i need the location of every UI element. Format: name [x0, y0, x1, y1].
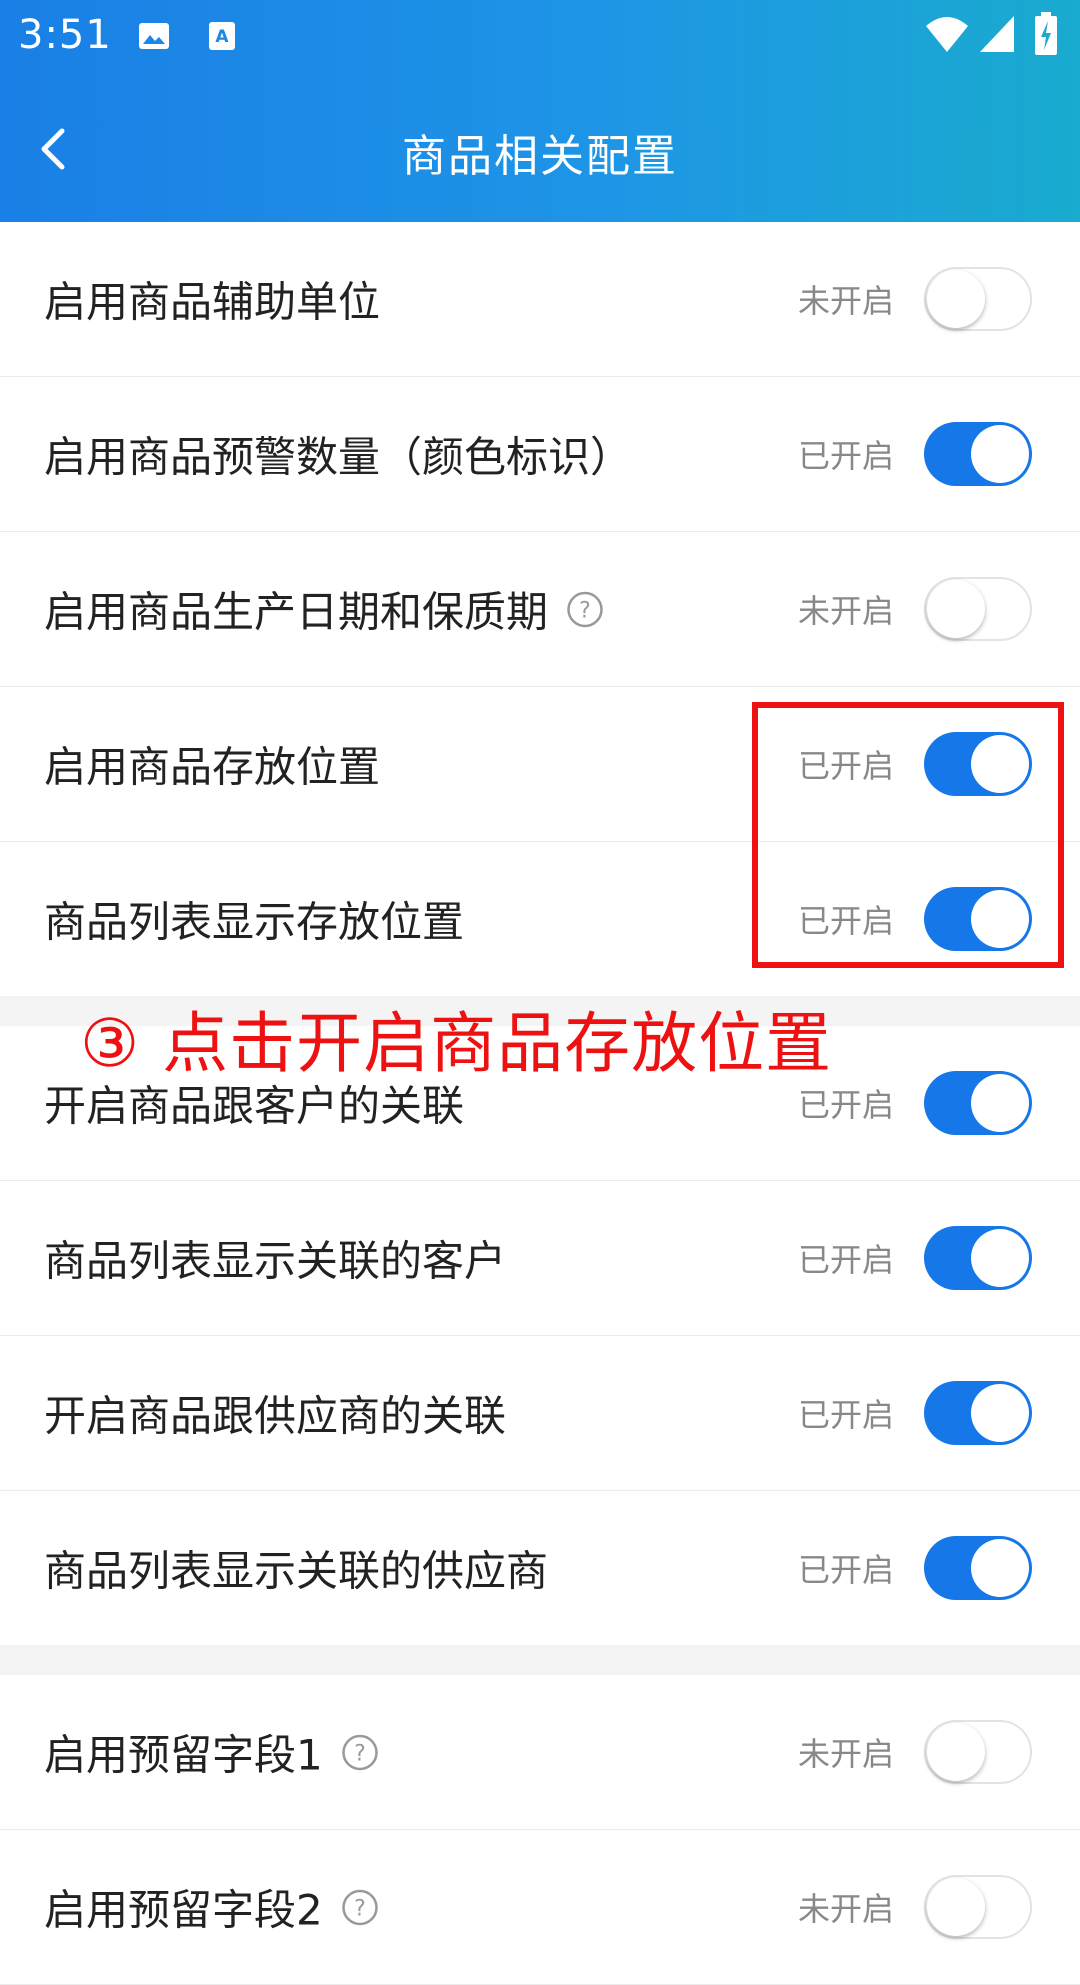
setting-label: 商品列表显示存放位置 [44, 897, 465, 947]
setting-row-warning-qty: 启用商品预警数量（颜色标识） 已开启 [0, 377, 1080, 532]
setting-label: 启用预留字段1 [44, 1730, 323, 1780]
setting-status: 已开启 [797, 1086, 894, 1124]
toggle-knob [927, 1723, 985, 1781]
toggle-switch[interactable] [924, 1720, 1032, 1784]
setting-status: 未开启 [797, 1890, 894, 1928]
help-icon[interactable]: ? [341, 1733, 379, 1771]
setting-status: 已开启 [797, 1241, 894, 1279]
app-header: 3:51 A 商品相关配置 [0, 0, 1080, 222]
status-bar: 3:51 A [0, 0, 1080, 75]
toggle-knob [927, 1878, 985, 1936]
svg-text:?: ? [579, 598, 591, 623]
setting-status: 已开启 [797, 437, 894, 475]
keyboard-icon: A [209, 22, 235, 50]
image-icon [139, 23, 169, 49]
setting-row-list-show-supplier: 商品列表显示关联的供应商 已开启 [0, 1491, 1080, 1645]
setting-row-supplier-link: 开启商品跟供应商的关联 已开启 [0, 1336, 1080, 1491]
toggle-switch[interactable] [924, 577, 1032, 641]
svg-text:A: A [215, 27, 229, 47]
toggle-knob [971, 1074, 1029, 1132]
help-icon[interactable]: ? [566, 590, 604, 628]
setting-status: 已开启 [797, 1551, 894, 1589]
setting-status: 已开启 [797, 1396, 894, 1434]
toggle-switch[interactable] [924, 1381, 1032, 1445]
section-divider [0, 1645, 1080, 1675]
help-icon[interactable]: ? [341, 1888, 379, 1926]
toggle-switch[interactable] [924, 1875, 1032, 1939]
toggle-knob [971, 1539, 1029, 1597]
toggle-switch[interactable] [924, 1071, 1032, 1135]
wifi-icon [926, 17, 968, 52]
toggle-switch[interactable] [924, 422, 1032, 486]
setting-row-production-date: 启用商品生产日期和保质期 ? 未开启 [0, 532, 1080, 687]
setting-row-list-show-customer: 商品列表显示关联的客户 已开启 [0, 1181, 1080, 1336]
battery-icon [1035, 12, 1057, 55]
setting-label: 启用商品存放位置 [44, 742, 381, 792]
toggle-knob [971, 1229, 1029, 1287]
nav-bar: 商品相关配置 [0, 75, 1080, 222]
annotation-text: ③ 点击开启商品存放位置 [80, 1005, 833, 1082]
setting-label: 开启商品跟供应商的关联 [44, 1391, 507, 1441]
setting-label: 商品列表显示关联的客户 [44, 1236, 507, 1286]
setting-status: 未开启 [797, 592, 894, 630]
setting-row-aux-unit: 启用商品辅助单位 未开启 [0, 222, 1080, 377]
setting-label: 启用预留字段2 [44, 1885, 323, 1935]
toggle-knob [971, 425, 1029, 483]
setting-status: 未开启 [797, 1735, 894, 1773]
svg-text:?: ? [354, 1741, 366, 1766]
setting-row-reserved-1: 启用预留字段1 ? 未开启 [0, 1675, 1080, 1830]
page-title: 商品相关配置 [402, 131, 678, 182]
status-time: 3:51 [18, 12, 112, 58]
toggle-switch[interactable] [924, 267, 1032, 331]
setting-row-reserved-2: 启用预留字段2 ? 未开启 [0, 1830, 1080, 1985]
setting-label: 商品列表显示关联的供应商 [44, 1546, 549, 1596]
setting-label: 启用商品生产日期和保质期 [44, 587, 549, 637]
signal-icon [980, 16, 1014, 52]
setting-label: 启用商品预警数量（颜色标识） [44, 432, 633, 482]
toggle-knob [971, 1384, 1029, 1442]
toggle-switch[interactable] [924, 1536, 1032, 1600]
toggle-switch[interactable] [924, 1226, 1032, 1290]
settings-list: 启用商品辅助单位 未开启 启用商品预警数量（颜色标识） 已开启 启用商品生产日期… [0, 222, 1080, 1985]
annotation-highlight-box [752, 702, 1064, 968]
svg-text:?: ? [354, 1896, 366, 1921]
toggle-knob [927, 270, 985, 328]
setting-status: 未开启 [797, 282, 894, 320]
toggle-knob [927, 580, 985, 638]
setting-label: 启用商品辅助单位 [44, 277, 381, 327]
